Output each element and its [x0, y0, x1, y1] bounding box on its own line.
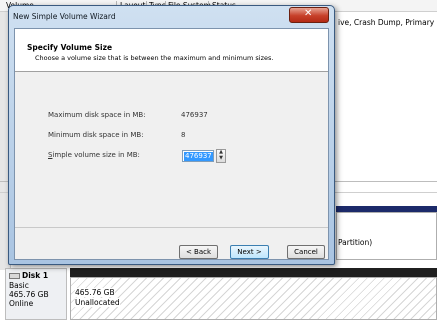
next-button-label: Next >: [237, 248, 262, 256]
disk-icon: [9, 273, 20, 279]
disk-name-text: Disk 1: [22, 271, 49, 280]
volume-status-text: ive, Crash Dump, Primary Part: [338, 18, 437, 27]
volume-size-input[interactable]: 476937: [182, 150, 214, 162]
dialog-title-bar[interactable]: New Simple Volume Wizard ✕: [9, 6, 334, 28]
min-space-label: Minimum disk space in MB:: [48, 131, 144, 139]
unallocated-header-bar: [70, 268, 437, 277]
new-simple-volume-wizard-dialog: New Simple Volume Wizard ✕ Specify Volum…: [8, 5, 335, 265]
disk-size: 465.76 GB: [9, 290, 49, 299]
spin-down-icon[interactable]: ▼: [218, 156, 224, 161]
disk-label-box[interactable]: Disk 1 Basic 465.76 GB Online: [5, 268, 67, 320]
button-separator: [15, 227, 328, 228]
disk-state: Online: [9, 299, 34, 308]
unallocated-size: 465.76 GB: [75, 288, 115, 297]
wizard-page-title: Specify Volume Size: [27, 43, 113, 52]
volume-size-spinner[interactable]: ▲ ▼: [216, 149, 226, 163]
close-icon: ✕: [304, 8, 313, 19]
min-space-value: 8: [181, 131, 186, 139]
back-button[interactable]: < Back: [179, 245, 218, 259]
cancel-button[interactable]: Cancel: [287, 245, 325, 259]
cancel-button-label: Cancel: [294, 248, 318, 256]
unallocated-label: Unallocated: [75, 298, 120, 307]
volume-size-label-text: imple volume size in MB:: [52, 151, 140, 159]
back-button-label: < Back: [185, 248, 212, 256]
disk-name: Disk 1: [9, 271, 48, 280]
wizard-client-area: Specify Volume Size Choose a volume size…: [14, 28, 329, 260]
wizard-header: Specify Volume Size Choose a volume size…: [15, 29, 328, 72]
volume-size-value: 476937: [184, 152, 213, 161]
volume-size-label: Simple volume size in MB:: [48, 151, 140, 159]
partition-region[interactable]: [336, 212, 437, 260]
next-button[interactable]: Next >: [230, 245, 269, 259]
max-space-label: Maximum disk space in MB:: [48, 111, 146, 119]
dialog-title: New Simple Volume Wizard: [13, 12, 116, 21]
close-button[interactable]: ✕: [289, 7, 329, 23]
max-space-value: 476937: [181, 111, 208, 119]
unallocated-region[interactable]: 465.76 GB Unallocated: [70, 277, 437, 320]
disk-type: Basic: [9, 281, 29, 290]
wizard-page-subtitle: Choose a volume size that is between the…: [35, 54, 274, 62]
partition-type-text: Partition): [338, 238, 373, 247]
